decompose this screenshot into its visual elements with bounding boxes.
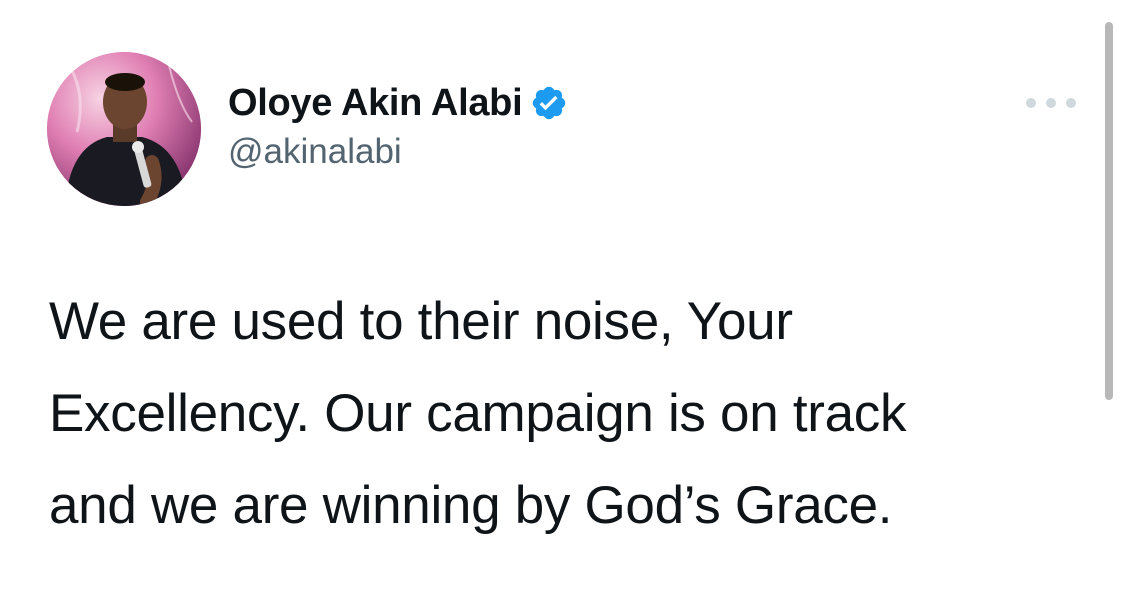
more-options-icon[interactable]	[1026, 92, 1076, 114]
tweet-text: We are used to their noise, Your Excelle…	[49, 276, 1089, 552]
display-name[interactable]: Oloye Akin Alabi	[228, 82, 523, 125]
author-header: Oloye Akin Alabi @akinalabi	[228, 80, 568, 172]
more-dot	[1066, 98, 1076, 108]
tweet-card: Oloye Akin Alabi @akinalabi We are used …	[0, 0, 1125, 603]
avatar-photo	[47, 52, 201, 206]
tweet-line: and we are winning by God’s Grace.	[49, 476, 893, 535]
name-row: Oloye Akin Alabi	[228, 80, 568, 126]
tweet-line: Excellency. Our campaign is on track	[49, 384, 907, 443]
tweet-line: We are used to their noise, Your	[49, 292, 793, 351]
scrollbar[interactable]	[1105, 22, 1113, 400]
more-dot	[1046, 98, 1056, 108]
more-dot	[1026, 98, 1036, 108]
avatar[interactable]	[47, 52, 201, 206]
verified-badge-icon	[530, 84, 568, 122]
handle[interactable]: @akinalabi	[228, 132, 568, 172]
